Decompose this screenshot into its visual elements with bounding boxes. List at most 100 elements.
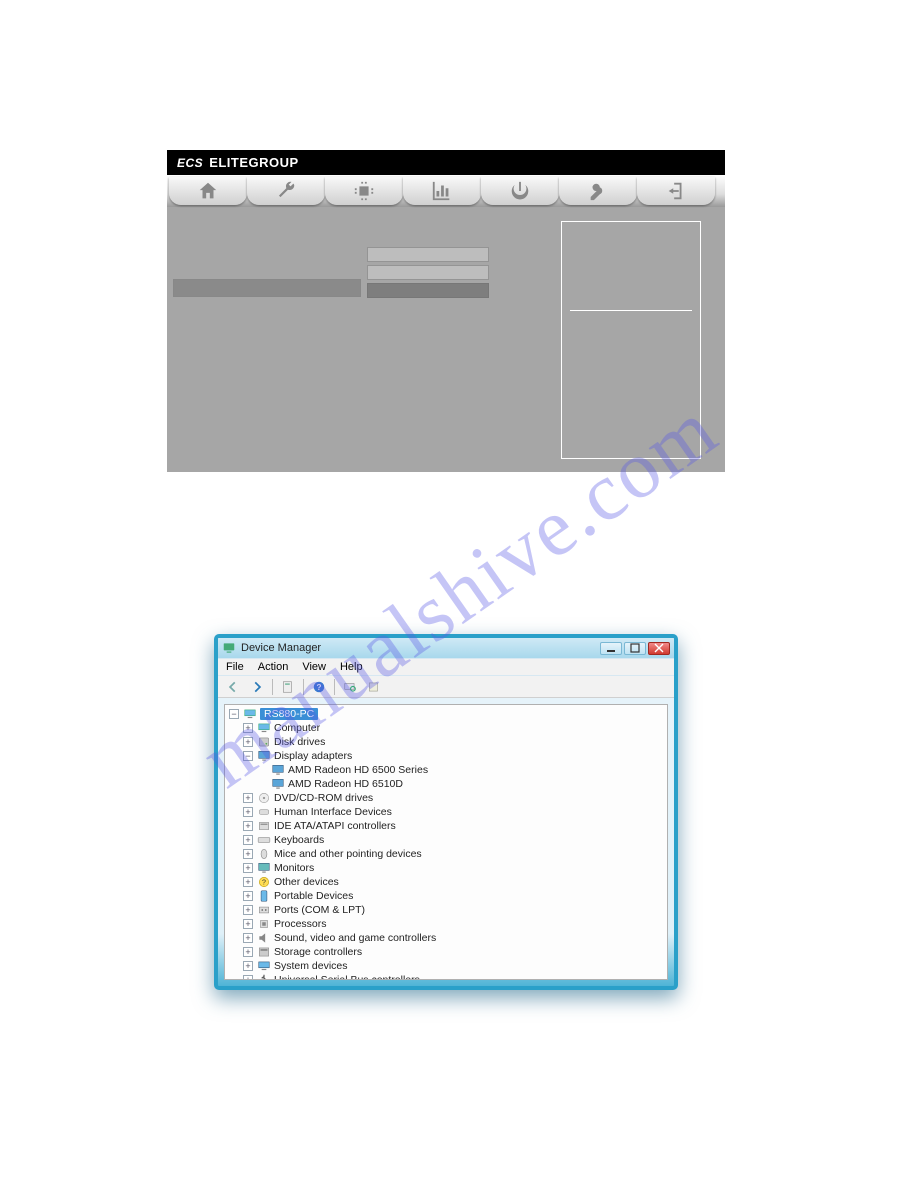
bios-tab-power[interactable] [481,177,559,205]
tree-node-label: IDE ATA/ATAPI controllers [274,820,396,832]
menu-help[interactable]: Help [340,661,363,673]
expander-icon[interactable]: + [243,961,253,971]
tree-node-label: Portable Devices [274,890,353,902]
tree-node-label: Mice and other pointing devices [274,848,422,860]
arrow-right-icon [250,680,264,694]
tree-node[interactable]: + Ports (COM & LPT) [229,903,663,917]
expander-icon[interactable]: + [243,975,253,980]
bios-help-divider [570,310,692,311]
device-tree[interactable]: − RS880-PC +Computer+Disk drives−Display… [224,704,668,980]
bios-tab-home[interactable] [169,177,247,205]
tree-node-label: Disk drives [274,736,325,748]
expander-icon[interactable]: + [243,877,253,887]
expander-icon[interactable]: − [243,751,253,761]
menu-action[interactable]: Action [258,661,289,673]
menu-bar: File Action View Help [218,658,674,676]
svg-text:?: ? [262,879,266,886]
maximize-button[interactable] [624,642,646,655]
toolbar-separator [272,679,273,695]
tree-node[interactable]: + Disk drives [229,735,663,749]
tree-node-label: Ports (COM & LPT) [274,904,365,916]
bios-tab-performance[interactable] [403,177,481,205]
tree-node[interactable]: + IDE ATA/ATAPI controllers [229,819,663,833]
expander-icon[interactable]: + [243,947,253,957]
device-manager-window: Device Manager File Action View Help ? −… [214,634,678,990]
expander-icon[interactable]: + [243,723,253,733]
menu-view[interactable]: View [302,661,326,673]
tree-node[interactable]: + Processors [229,917,663,931]
tree-node[interactable]: +Universal Serial Bus controllers [229,973,663,980]
bios-help-panel [561,221,701,459]
bios-tab-tools[interactable] [247,177,325,205]
other-icon: ? [257,876,271,888]
tree-node-label: Other devices [274,876,339,888]
nav-back-button[interactable] [224,678,242,696]
tree-node[interactable]: + Portable Devices [229,889,663,903]
home-icon [197,180,219,202]
tree-node[interactable]: +Sound, video and game controllers [229,931,663,945]
sound-icon [257,932,271,944]
bios-tab-security[interactable] [559,177,637,205]
expander-icon[interactable]: + [243,933,253,943]
tree-node[interactable]: +Monitors [229,861,663,875]
window-title: Device Manager [241,642,321,654]
tree-node-label: Storage controllers [274,946,362,958]
mouse-icon [257,848,271,860]
expander-icon[interactable]: + [243,835,253,845]
bios-tab-exit[interactable] [637,177,715,205]
bios-tab-chipset[interactable] [325,177,403,205]
tree-node[interactable]: +? Other devices [229,875,663,889]
tree-node-label: Keyboards [274,834,324,846]
ide-icon [257,820,271,832]
expander-icon[interactable]: + [243,793,253,803]
expander-icon[interactable]: + [243,849,253,859]
storage-icon [257,946,271,958]
toolbar-props-button[interactable] [279,678,297,696]
expander-icon[interactable]: + [243,919,253,929]
dvd-icon [257,792,271,804]
window-titlebar[interactable]: Device Manager [218,638,674,658]
tree-node[interactable]: AMD Radeon HD 6500 Series [229,763,663,777]
computer-icon [243,708,257,720]
gpu-icon [271,778,285,790]
tree-node[interactable]: +Computer [229,721,663,735]
tree-node[interactable]: + Storage controllers [229,945,663,959]
tree-node[interactable]: + Mice and other pointing devices [229,847,663,861]
tree-node-label: System devices [274,960,348,972]
nav-forward-button[interactable] [248,678,266,696]
expander-icon[interactable]: + [243,737,253,747]
tree-node[interactable]: AMD Radeon HD 6510D [229,777,663,791]
props-icon [281,680,295,694]
monitor-icon [257,862,271,874]
bios-window: ECS ELITEGROUP [167,150,725,472]
tree-root[interactable]: − RS880-PC [229,707,663,721]
expander-icon[interactable]: + [243,807,253,817]
hid-icon [257,806,271,818]
expander-icon[interactable]: + [243,863,253,873]
expander-icon[interactable]: + [243,821,253,831]
bios-field-1 [367,247,489,262]
toolbar-help-button[interactable]: ? [310,678,328,696]
exit-icon [665,180,687,202]
power-icon [509,180,531,202]
minimize-button[interactable] [600,642,622,655]
tree-node[interactable]: +DVD/CD-ROM drives [229,791,663,805]
bios-brand-text: ELITEGROUP [209,155,299,170]
gpu-icon [271,764,285,776]
tree-node[interactable]: + Keyboards [229,833,663,847]
tree-node[interactable]: + System devices [229,959,663,973]
expander-icon[interactable]: + [243,905,253,915]
minimize-icon [606,643,616,653]
toolbar-update-button[interactable] [365,678,383,696]
bios-left-field [173,279,361,297]
expander-icon[interactable]: − [229,709,239,719]
menu-file[interactable]: File [226,661,244,673]
tree-node-label: Processors [274,918,327,930]
tree-node[interactable]: −Display adapters [229,749,663,763]
tree-node[interactable]: +Human Interface Devices [229,805,663,819]
update-icon [367,680,381,694]
expander-icon[interactable]: + [243,891,253,901]
close-button[interactable] [648,642,670,655]
help-icon: ? [312,680,326,694]
toolbar-scan-button[interactable] [341,678,359,696]
